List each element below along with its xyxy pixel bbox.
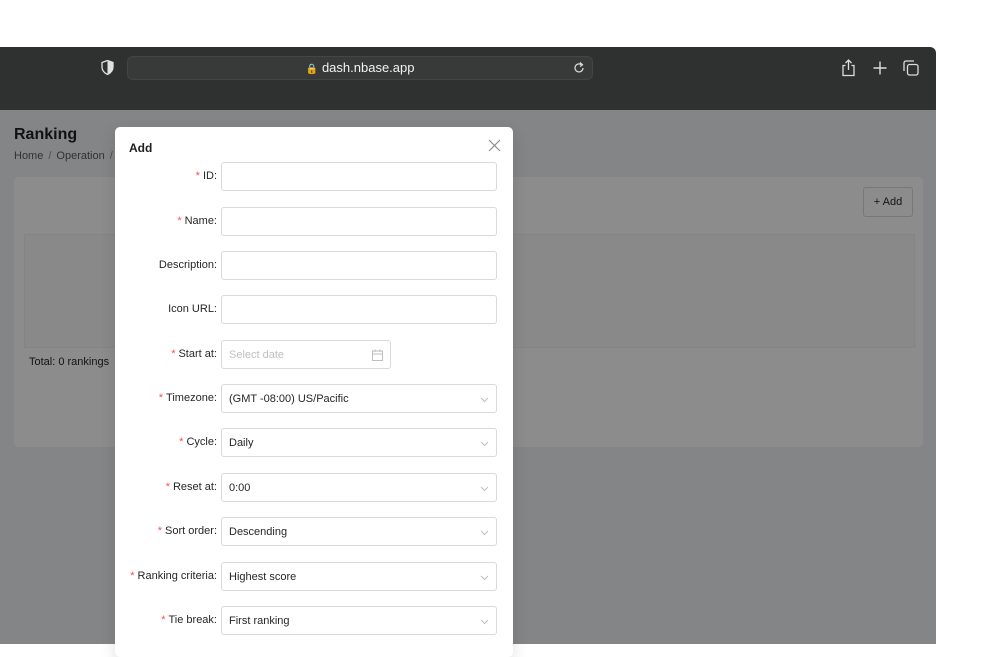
cycle-value: Daily [229,437,254,449]
id-label: * ID: [195,170,217,182]
reset-at-select[interactable]: 0:00 [221,473,497,502]
start-at-row: * Start at: Select date [115,340,513,370]
close-icon[interactable] [488,139,501,152]
name-input[interactable] [221,207,497,236]
description-input[interactable] [221,251,497,280]
chevron-down-icon [480,486,489,492]
name-row: * Name: [115,207,513,237]
id-input[interactable] [221,162,497,191]
tie-break-select[interactable]: First ranking [221,606,497,635]
icon-url-input[interactable] [221,295,497,324]
start-at-label: * Start at: [171,348,217,360]
share-icon[interactable] [841,59,856,77]
required-mark: * [177,215,182,227]
required-mark: * [195,170,200,182]
reset-at-label: * Reset at: [165,481,217,493]
tabs-overview-icon[interactable] [903,60,919,76]
timezone-label: * Timezone: [158,392,217,404]
cycle-select[interactable]: Daily [221,428,497,457]
sort-order-label: * Sort order: [157,525,217,537]
new-tab-icon[interactable] [873,61,887,75]
tie-break-value: First ranking [229,615,290,627]
ranking-criteria-value: Highest score [229,571,297,583]
sort-order-row: * Sort order: Descending [115,517,513,547]
chevron-down-icon [480,619,489,625]
required-mark: * [171,348,176,360]
reload-icon[interactable] [573,61,585,74]
start-date-picker[interactable]: Select date [221,340,391,369]
chevron-down-icon [480,530,489,536]
modal-title: Add [129,141,153,155]
name-label: * Name: [177,215,217,227]
description-label: Description: [158,259,217,271]
icon-url-label: Icon URL: [168,303,217,315]
sort-order-value: Descending [229,526,288,538]
required-mark: * [158,392,164,404]
sort-order-select[interactable]: Descending [221,517,497,546]
required-mark: * [165,481,170,493]
required-mark: * [179,436,184,448]
ranking-criteria-select[interactable]: Highest score [221,562,497,591]
chevron-down-icon [480,575,489,581]
tie-break-row: * Tie break: First ranking [115,606,513,636]
required-mark: * [161,614,166,626]
cycle-label: * Cycle: [179,436,217,448]
tie-break-label: * Tie break: [161,614,217,626]
timezone-select[interactable]: (GMT -08:00) US/Pacific [221,384,497,413]
reset-at-value: 0:00 [229,482,251,494]
required-mark: * [157,525,163,537]
reset-at-row: * Reset at: 0:00 [115,473,513,503]
shield-icon[interactable] [101,60,114,75]
start-date-placeholder: Select date [229,349,285,361]
add-ranking-modal: Add * ID: * Name: Description: Icon URL: *… [115,127,513,657]
timezone-value: (GMT -08:00) US/Pacific [229,393,349,405]
required-mark: * [130,570,135,582]
timezone-row: * Timezone: (GMT -08:00) US/Pacific [115,384,513,414]
address-bar[interactable]: 🔒 dash.nbase.app [127,56,593,80]
chevron-down-icon [480,397,489,403]
calendar-icon [372,349,383,361]
icon-url-row: Icon URL: [115,295,513,325]
id-row: * ID: [115,162,513,192]
lock-icon: 🔒 [305,64,318,75]
chevron-down-icon [480,441,489,447]
cycle-row: * Cycle: Daily [115,428,513,458]
browser-toolbar: 🔒 dash.nbase.app [0,47,936,110]
ranking-criteria-label: * Ranking criteria: [130,570,217,582]
description-row: Description: [115,251,513,281]
ranking-criteria-row: * Ranking criteria: Highest score [115,562,513,592]
url-text: dash.nbase.app [321,60,415,75]
